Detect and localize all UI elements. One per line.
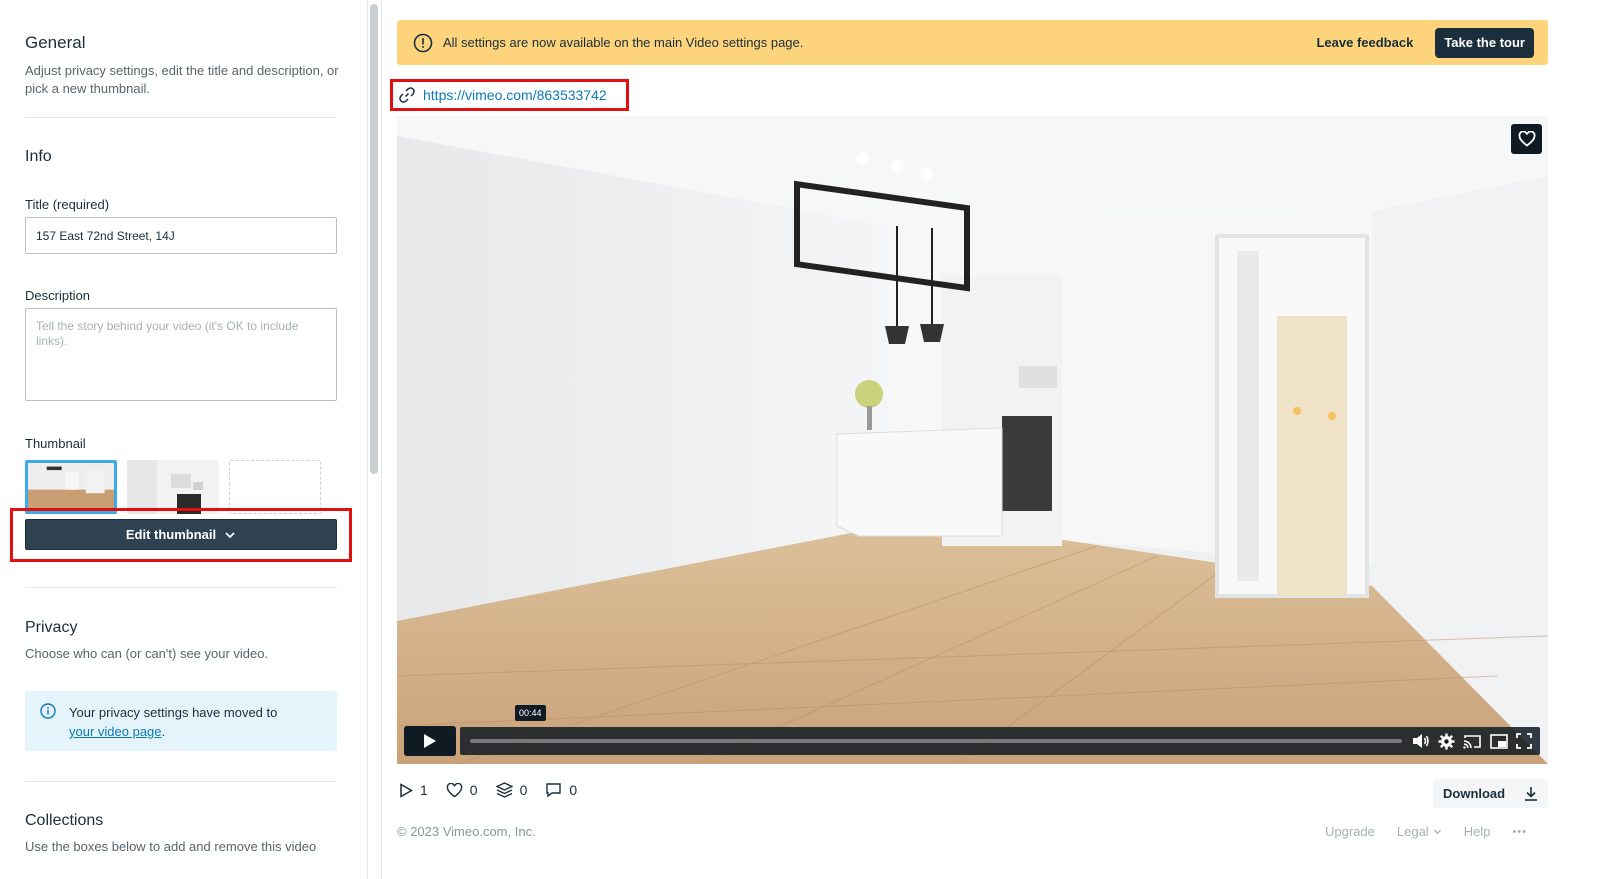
legal-dropdown[interactable]: Legal: [1397, 824, 1442, 839]
progress-bar[interactable]: 00:44: [460, 705, 1540, 755]
info-icon: [40, 703, 56, 719]
alert-icon: [413, 33, 433, 52]
comment-icon: [546, 783, 562, 798]
description-textarea[interactable]: Tell the story behind your video (it's O…: [25, 308, 337, 401]
privacy-notice: Your privacy settings have moved to your…: [25, 691, 337, 751]
time-tooltip: 00:44: [515, 705, 546, 721]
copyright-text: © 2023 Vimeo.com, Inc.: [397, 824, 536, 839]
cast-icon[interactable]: [1463, 734, 1482, 749]
thumbnail-option-2[interactable]: [127, 460, 219, 514]
plays-count: 1: [420, 782, 428, 798]
picture-in-picture-icon[interactable]: [1490, 733, 1508, 749]
fullscreen-icon[interactable]: [1516, 733, 1532, 749]
download-icon: [1525, 787, 1537, 801]
help-link[interactable]: Help: [1464, 824, 1491, 839]
settings-sidebar: General Adjust privacy settings, edit th…: [0, 0, 368, 879]
more-options-icon[interactable]: •••: [1512, 826, 1527, 838]
divider: [25, 587, 337, 588]
info-heading: Info: [25, 148, 52, 165]
collections-description: Use the boxes below to add and remove th…: [25, 839, 317, 854]
thumbnail-option-empty[interactable]: [229, 460, 321, 514]
video-url-link[interactable]: https://vimeo.com/863533742: [423, 87, 607, 103]
title-input[interactable]: 157 East 72nd Street, 14J: [25, 217, 337, 254]
heart-outline-icon: [446, 782, 463, 797]
video-player[interactable]: 00:44: [397, 116, 1548, 764]
chevron-down-icon: [225, 531, 235, 538]
video-url-highlight: https://vimeo.com/863533742: [390, 79, 629, 111]
like-button[interactable]: [1511, 124, 1542, 154]
video-frame: [397, 116, 1548, 764]
divider: [25, 781, 337, 782]
edit-thumbnail-button[interactable]: Edit thumbnail: [25, 519, 337, 550]
video-page-link[interactable]: your video page: [69, 724, 162, 739]
settings-banner: All settings are now available on the ma…: [397, 20, 1548, 65]
app-window: General Adjust privacy settings, edit th…: [0, 0, 1600, 879]
privacy-heading: Privacy: [25, 619, 78, 636]
collections-count: 0: [519, 782, 528, 798]
general-description: Adjust privacy settings, edit the title …: [25, 63, 339, 96]
edit-thumbnail-highlight: Edit thumbnail: [10, 508, 352, 562]
chevron-down-icon: [1433, 829, 1441, 835]
legal-label: Legal: [1396, 824, 1429, 839]
sidebar-scrollbar[interactable]: [370, 4, 378, 474]
play-button[interactable]: [404, 726, 456, 756]
download-button[interactable]: Download: [1433, 779, 1548, 808]
leave-feedback-link[interactable]: Leave feedback: [1316, 35, 1413, 50]
player-controls: 00:44: [404, 705, 1540, 756]
likes-count: 0: [469, 782, 478, 798]
description-label: Description: [25, 288, 91, 303]
privacy-notice-end: .: [161, 724, 166, 739]
thumbnail-option-1[interactable]: [25, 460, 117, 514]
divider: [25, 117, 337, 118]
footer-links: Upgrade Legal Help •••: [1325, 824, 1527, 839]
privacy-notice-text: Your privacy settings have moved to: [69, 705, 278, 720]
upgrade-link[interactable]: Upgrade: [1325, 824, 1375, 839]
banner-text: All settings are now available on the ma…: [443, 35, 804, 50]
general-heading: General: [25, 33, 86, 52]
panel-divider: [381, 0, 382, 879]
link-icon: [399, 87, 415, 103]
thumbnail-picker: [25, 460, 337, 514]
likes-stat: 0: [446, 782, 478, 798]
play-icon: [424, 734, 436, 748]
thumbnail-label: Thumbnail: [25, 436, 86, 451]
volume-icon[interactable]: [1412, 733, 1430, 749]
title-label: Title (required): [25, 197, 110, 212]
edit-thumbnail-label: Edit thumbnail: [125, 527, 217, 542]
comments-stat: 0: [545, 782, 577, 798]
download-label: Download: [1443, 786, 1506, 801]
video-stats: 1 0 0 0: [399, 782, 577, 798]
progress-track[interactable]: [470, 739, 1402, 743]
take-tour-button[interactable]: Take the tour: [1435, 27, 1534, 58]
collections-stat: 0: [495, 782, 528, 798]
privacy-description: Choose who can (or can't) see your video…: [25, 646, 269, 661]
play-outline-icon: [400, 782, 413, 798]
settings-gear-icon[interactable]: [1438, 733, 1455, 750]
privacy-section: Privacy Choose who can (or can't) see yo…: [25, 587, 337, 856]
heart-icon: [1518, 131, 1535, 147]
collections-heading: Collections: [25, 812, 104, 829]
plays-stat: 1: [399, 782, 428, 798]
stack-icon: [495, 782, 513, 798]
comments-count: 0: [569, 782, 578, 798]
